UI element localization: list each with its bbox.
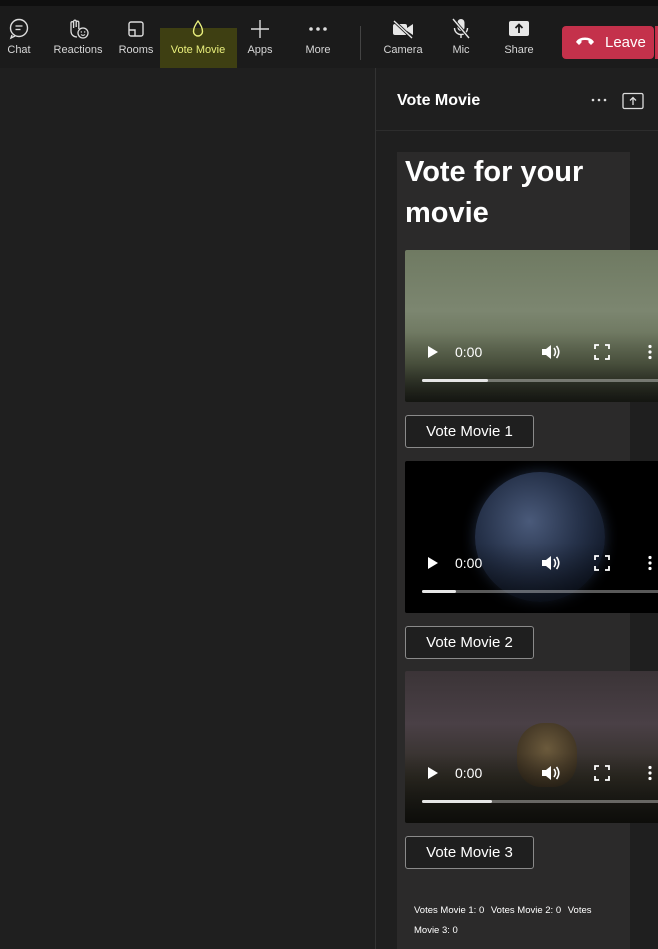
reactions-icon [66,17,90,41]
toolbar-camera[interactable]: Camera [382,6,424,68]
toolbar-mic[interactable]: Mic [446,6,476,68]
volume-icon[interactable] [541,764,561,782]
toolbar-chat[interactable]: Chat [2,6,36,68]
toolbar-share-label: Share [504,44,534,56]
plus-icon [248,17,272,41]
toolbar-more-label: More [305,44,331,56]
video-progress-track[interactable] [422,590,658,593]
panel-header-divider [376,130,658,131]
toolbar-vote-movie[interactable]: Vote Movie [166,6,230,68]
video-player-1[interactable]: 0:00 [405,250,658,402]
video-player-2[interactable]: 0:00 [405,461,658,613]
meeting-toolbar: Chat Reactions Rooms Vote Movie Apps Mor… [0,6,658,82]
toolbar-rooms-label: Rooms [118,44,154,56]
video-menu-icon[interactable] [647,765,653,781]
video-time: 0:00 [455,765,483,781]
video-time: 0:00 [455,555,483,571]
chat-icon [7,17,31,41]
leave-button[interactable]: Leave [562,26,654,59]
panel-title: Vote Movie [397,92,481,109]
toolbar-apps[interactable]: Apps [244,6,276,68]
vote-counts: Votes Movie 1: 0 Votes Movie 2: 0 Votes … [414,901,614,941]
video-time: 0:00 [455,344,483,360]
side-panel: Vote Movie Vote for your movie 0:00 Vote… [376,68,658,949]
toolbar-more[interactable]: More [302,6,334,68]
toolbar-apps-label: Apps [247,44,273,56]
toolbar-mic-label: Mic [452,44,470,56]
video-controls-shade [405,753,658,823]
play-icon[interactable] [426,556,440,570]
play-icon[interactable] [426,766,440,780]
vote-movie-2-button[interactable]: Vote Movie 2 [405,626,534,659]
toolbar-rooms[interactable]: Rooms [116,6,156,68]
video-controls-shade [405,543,658,613]
more-icon [306,17,330,41]
video-progress-fill [422,800,492,803]
vote-movie-icon [186,17,210,41]
hang-up-icon [574,34,596,51]
toolbar-chat-label: Chat [7,44,31,56]
video-controls-shade [405,332,658,402]
toolbar-reactions-label: Reactions [53,44,103,56]
vote-count-2: Votes Movie 2: 0 [490,905,562,916]
vote-movie-3-button[interactable]: Vote Movie 3 [405,836,534,869]
volume-icon[interactable] [541,343,561,361]
fullscreen-icon[interactable] [594,765,610,781]
toolbar-reactions[interactable]: Reactions [50,6,106,68]
video-menu-icon[interactable] [647,555,653,571]
volume-icon[interactable] [541,554,561,572]
video-progress-fill [422,379,488,382]
camera-off-icon [391,17,415,41]
toolbar-share[interactable]: Share [502,6,536,68]
popout-icon[interactable] [622,92,644,110]
panel-more-icon[interactable] [589,90,609,110]
mic-off-icon [449,17,473,41]
leave-label: Leave [605,34,646,51]
rooms-icon [124,17,148,41]
fullscreen-icon[interactable] [594,344,610,360]
video-progress-fill [422,590,456,593]
meeting-stage [0,68,375,949]
toolbar-vote-movie-label: Vote Movie [170,44,226,56]
vote-count-1: Votes Movie 1: 0 [414,905,485,916]
share-icon [507,17,531,41]
play-icon[interactable] [426,345,440,359]
page-heading: Vote for your movie [405,156,584,229]
toolbar-separator [360,26,361,60]
video-player-3[interactable]: 0:00 [405,671,658,823]
fullscreen-icon[interactable] [594,555,610,571]
toolbar-camera-label: Camera [383,44,423,56]
vote-movie-1-button[interactable]: Vote Movie 1 [405,415,534,448]
video-menu-icon[interactable] [647,344,653,360]
